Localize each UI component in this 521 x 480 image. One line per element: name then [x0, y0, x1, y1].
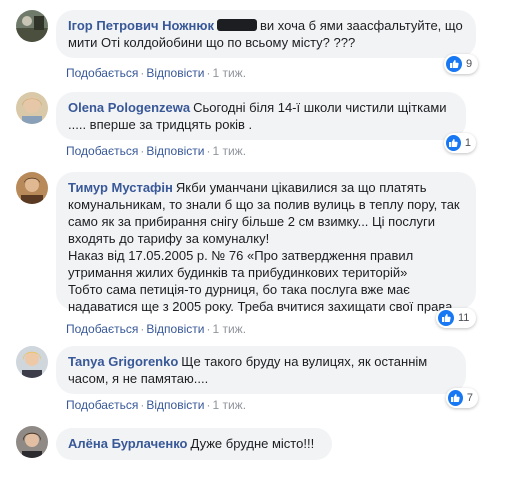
- separator-dot: ·: [140, 398, 145, 412]
- avatar[interactable]: [16, 10, 48, 42]
- separator-dot: ·: [206, 398, 211, 412]
- like-button[interactable]: Подобається: [66, 144, 138, 158]
- separator-dot: ·: [140, 144, 145, 158]
- comment-author[interactable]: Ігор Петрович Ножнюк: [68, 18, 214, 33]
- redacted-mark: [216, 19, 257, 31]
- thumbs-up-icon: [446, 56, 462, 72]
- comment-actions: Подобається · Відповісти · 1 тиж.: [66, 144, 246, 158]
- comment-time[interactable]: 1 тиж.: [212, 144, 246, 158]
- reply-button[interactable]: Відповісти: [146, 66, 204, 80]
- avatar[interactable]: [16, 172, 48, 204]
- avatar[interactable]: [16, 92, 48, 124]
- comment-bubble: Olena Pologenzewa Сьогодні біля 14-ї школ…: [56, 92, 466, 140]
- comment-bubble: Алёна Бурлаченко Дуже брудне місто!!!: [56, 428, 332, 460]
- comment-time[interactable]: 1 тиж.: [212, 322, 246, 336]
- comment-author[interactable]: Olena Pologenzewa: [68, 100, 190, 115]
- comment-actions: Подобається · Відповісти · 1 тиж.: [66, 398, 246, 412]
- comment-author[interactable]: Тимур Мустафін: [68, 180, 173, 195]
- thumbs-up-icon: [438, 310, 454, 326]
- avatar[interactable]: [16, 426, 48, 458]
- separator-dot: ·: [206, 322, 211, 336]
- like-button[interactable]: Подобається: [66, 398, 138, 412]
- like-count: 9: [466, 58, 473, 70]
- comment-author[interactable]: Алёна Бурлаченко: [68, 436, 188, 451]
- separator-dot: ·: [206, 66, 211, 80]
- reaction-count[interactable]: 7: [446, 388, 478, 408]
- like-count: 11: [458, 312, 470, 324]
- reaction-count[interactable]: 11: [436, 308, 476, 328]
- like-count: 1: [464, 137, 471, 149]
- reply-button[interactable]: Відповісти: [146, 398, 204, 412]
- thumbs-up-icon: [446, 135, 461, 151]
- reaction-count[interactable]: 9: [444, 54, 478, 74]
- comment-actions: Подобається · Відповісти · 1 тиж.: [66, 322, 246, 336]
- comment-text-order: Наказ від 17.05.2005 р. № 76 «Про затвер…: [68, 248, 414, 280]
- comment-text-conclusion: Тобто сама петиція-то дурниця, бо така п…: [68, 282, 456, 314]
- comment-author[interactable]: Tanya Grigorenko: [68, 354, 178, 369]
- like-count: 7: [466, 392, 473, 404]
- reply-button[interactable]: Відповісти: [146, 322, 204, 336]
- avatar[interactable]: [16, 346, 48, 378]
- like-button[interactable]: Подобається: [66, 322, 138, 336]
- separator-dot: ·: [140, 66, 145, 80]
- like-button[interactable]: Подобається: [66, 66, 138, 80]
- comment-actions: Подобається · Відповісти · 1 тиж.: [66, 66, 246, 80]
- separator-dot: ·: [140, 322, 145, 336]
- separator-dot: ·: [206, 144, 211, 158]
- comment-time[interactable]: 1 тиж.: [212, 66, 246, 80]
- comment-text: Дуже брудне місто!!!: [190, 436, 315, 451]
- comment-bubble: Ігор Петрович Ножнюк ви хоча б ями заасфа…: [56, 10, 476, 58]
- comment-time[interactable]: 1 тиж.: [212, 398, 246, 412]
- comment-bubble: Тимур Мустафін Якби уманчани цікавилися з…: [56, 172, 476, 314]
- reply-button[interactable]: Відповісти: [146, 144, 204, 158]
- comment-bubble: Tanya Grigorenko Ще такого бруду на вулиц…: [56, 346, 466, 394]
- reaction-count[interactable]: 1: [444, 133, 476, 153]
- thumbs-up-icon: [448, 390, 463, 406]
